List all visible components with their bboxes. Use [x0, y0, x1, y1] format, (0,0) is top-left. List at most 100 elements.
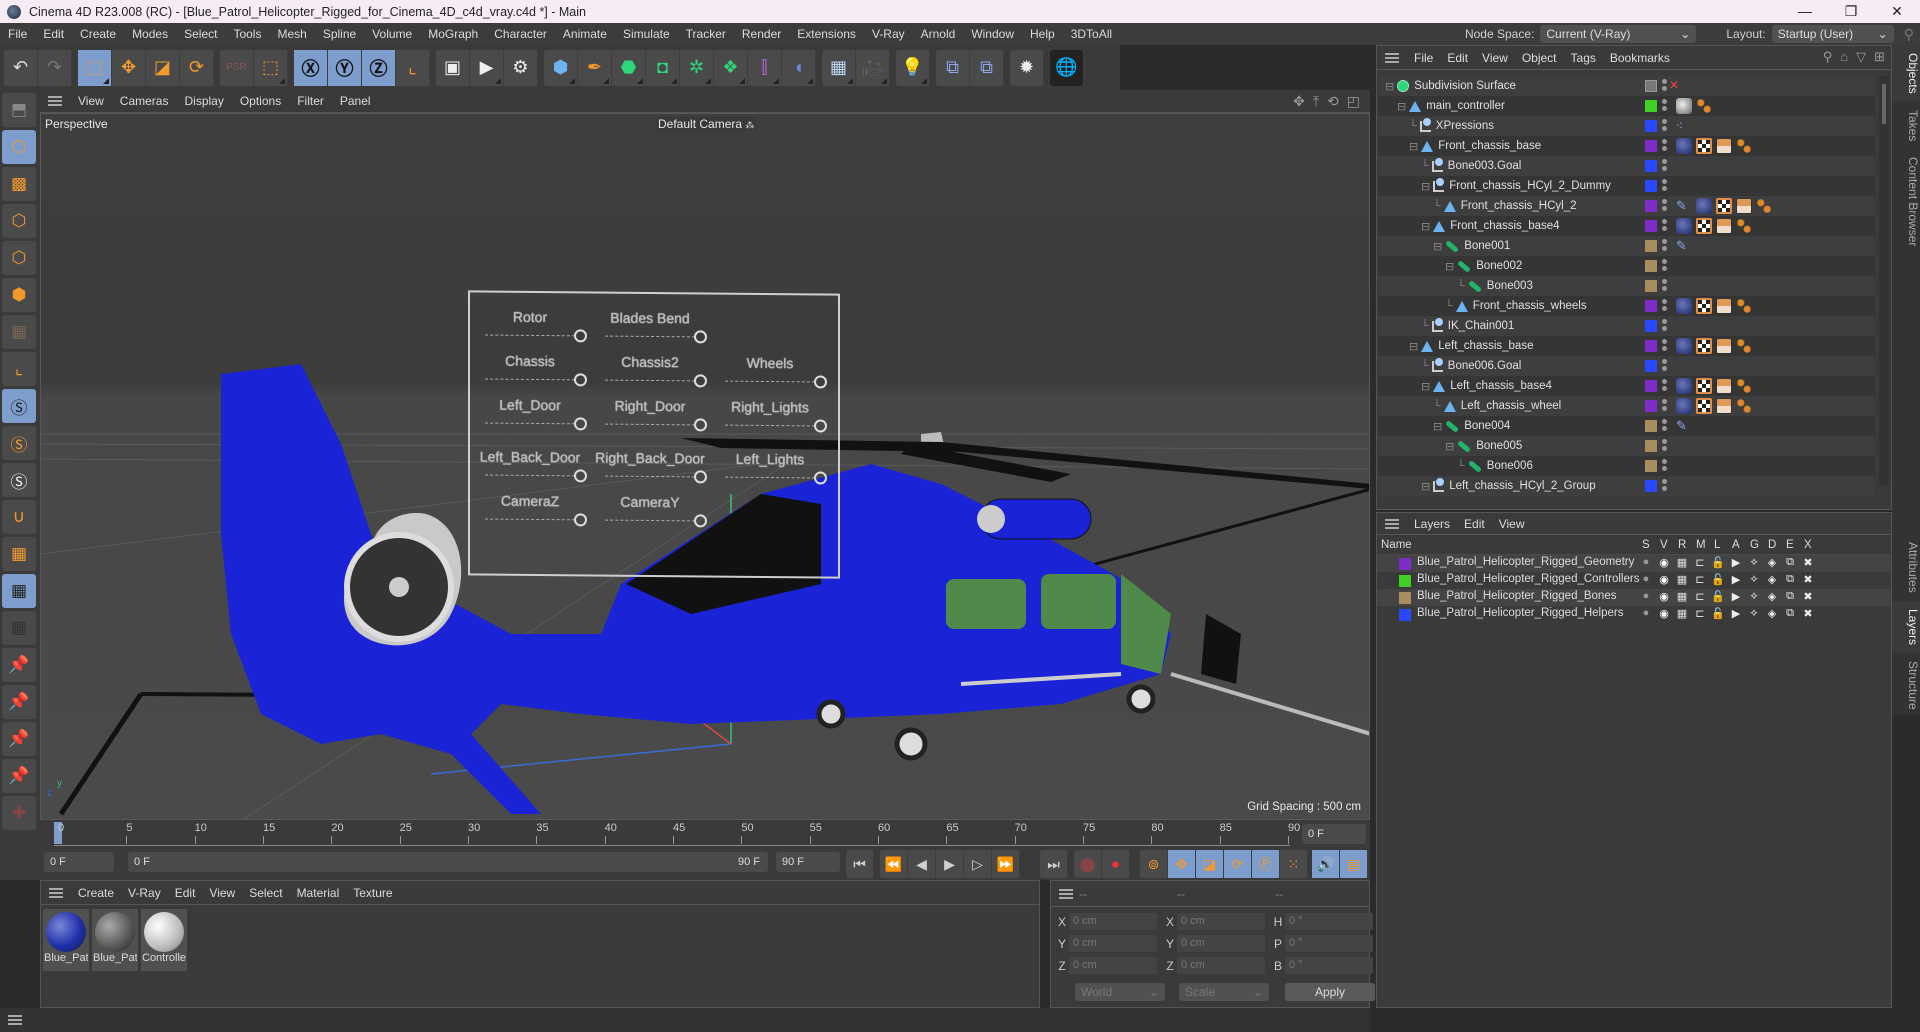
expressions-icon[interactable]: ⧉ [1783, 573, 1797, 586]
hamburger-menu-icon[interactable] [8, 1015, 22, 1025]
material-tag-icon[interactable] [1676, 338, 1692, 354]
lock-icon[interactable]: 🔓 [1711, 556, 1725, 569]
timeline-window-icon[interactable]: ▤ [1340, 850, 1368, 878]
material-swatch[interactable]: Controlle [141, 909, 187, 971]
menu-v-ray[interactable]: V-Ray [864, 27, 913, 41]
hamburger-menu-icon[interactable] [48, 96, 62, 106]
controller-cameraz[interactable]: CameraZ [470, 492, 590, 527]
object-menu-view[interactable]: View [1475, 51, 1515, 65]
expand-toggle-icon[interactable]: ⊟ [1385, 80, 1394, 93]
controller-cameray[interactable]: CameraY [590, 493, 710, 528]
extrude-icon[interactable]: ◘ [646, 49, 680, 86]
menu-animate[interactable]: Animate [555, 27, 615, 41]
solo-icon[interactable]: ● [1639, 590, 1653, 602]
visible-render-icon[interactable]: ▦ [1675, 573, 1689, 586]
viewport-menu-filter[interactable]: Filter [289, 94, 332, 108]
autokey-icon[interactable]: ⏺ [1102, 850, 1130, 878]
controller-left-lights[interactable]: Left_Lights [710, 450, 830, 485]
cube-icon[interactable]: ⬢ [544, 49, 578, 86]
array-icon[interactable]: ✲ [680, 49, 714, 86]
visibility-dots-icon[interactable] [1662, 279, 1667, 293]
expand-toggle-icon[interactable]: ⊟ [1421, 380, 1430, 393]
menu-spline[interactable]: Spline [315, 27, 364, 41]
constraint-tag-icon[interactable]: ✎ [1676, 418, 1692, 434]
layer-menu-view[interactable]: View [1492, 517, 1532, 531]
material-menu-texture[interactable]: Texture [346, 886, 399, 900]
object-row[interactable]: └ Bone006 [1379, 456, 1875, 476]
expand-toggle-icon[interactable]: ⊟ [1409, 340, 1418, 353]
apply-button[interactable]: Apply [1285, 983, 1375, 1001]
controller-chassis2[interactable]: Chassis2 [590, 353, 710, 388]
animation-icon[interactable]: ▶ [1729, 573, 1743, 586]
object-row[interactable]: └ Left_chassis_wheel [1379, 396, 1875, 416]
menu-window[interactable]: Window [963, 27, 1022, 41]
new-window-icon[interactable]: ⊞ [1874, 49, 1885, 65]
visible-render-icon[interactable]: ▦ [1675, 607, 1689, 620]
menu-mograph[interactable]: MoGraph [420, 27, 486, 41]
object-row[interactable]: ⊟ Left_chassis_base4 [1379, 376, 1875, 396]
expressions-icon[interactable]: ⧉ [1783, 556, 1797, 569]
solo-icon[interactable]: ● [1639, 573, 1653, 585]
material-tag-icon[interactable] [1676, 98, 1692, 114]
ik-tag-icon[interactable] [1736, 218, 1752, 234]
ik-tag-icon[interactable] [1736, 298, 1752, 314]
object-row[interactable]: ⊟ Front_chassis_HCyl_2_Dummy [1379, 176, 1875, 196]
object-row[interactable]: └ Bone006.Goal [1379, 356, 1875, 376]
lock-icon[interactable]: 🔓 [1711, 607, 1725, 620]
material-tag-icon[interactable] [1676, 218, 1692, 234]
uv-mode-icon[interactable]: ▦ [2, 315, 36, 349]
ik-tag-icon[interactable] [1696, 98, 1712, 114]
transform-mode-dropdown[interactable]: Scale ⌄ [1179, 983, 1269, 1001]
controller-rotor[interactable]: Rotor [470, 308, 590, 343]
symmetry-icon[interactable]: ⫿ [748, 49, 782, 86]
coordinate-field[interactable]: 0 cm [1069, 913, 1157, 930]
uvw-tag-icon[interactable] [1716, 398, 1732, 414]
layer-row[interactable]: Blue_Patrol_Helicopter_Rigged_Geometry ● ◉… [1377, 555, 1891, 572]
ik-tag-icon[interactable] [1736, 378, 1752, 394]
object-row[interactable]: ⊟ Subdivision Surface ✕ [1379, 76, 1875, 96]
constraint-tag-icon[interactable]: ✎ [1676, 198, 1692, 214]
layer-column-m[interactable]: M [1696, 539, 1706, 551]
controller-knob[interactable] [574, 417, 587, 431]
viewport-menu-cameras[interactable]: Cameras [112, 94, 177, 108]
layer-color-swatch[interactable] [1645, 120, 1657, 132]
controller-knob[interactable] [694, 418, 707, 432]
home-icon[interactable]: ⌂ [1840, 49, 1848, 65]
menu-extensions[interactable]: Extensions [789, 27, 864, 41]
material-menu-material[interactable]: Material [290, 886, 347, 900]
expand-toggle-icon[interactable]: ⊟ [1421, 480, 1430, 493]
side-tab-takes[interactable]: Takes [1892, 102, 1920, 149]
controller-knob[interactable] [574, 373, 587, 387]
controller-wheels[interactable]: Wheels [710, 354, 830, 389]
layer-menu-layers[interactable]: Layers [1407, 517, 1457, 531]
visibility-dots-icon[interactable] [1662, 399, 1667, 413]
expand-toggle-icon[interactable]: ⊟ [1445, 440, 1454, 453]
visibility-dots-icon[interactable] [1662, 179, 1667, 193]
visible-editor-icon[interactable]: ◉ [1657, 573, 1671, 586]
key-scale-icon[interactable]: ◪ [1196, 850, 1224, 878]
visibility-dots-icon[interactable] [1662, 159, 1667, 173]
coordinate-field[interactable]: 0 ° [1285, 935, 1373, 952]
menu-tools[interactable]: Tools [225, 27, 269, 41]
search-icon[interactable]: ⚲ [1823, 49, 1833, 65]
layer-column-s[interactable]: S [1642, 539, 1650, 551]
render-picture-viewer-icon[interactable]: ▶ [470, 49, 504, 86]
deformers-icon[interactable]: ◈ [1765, 607, 1779, 620]
layer-menu-edit[interactable]: Edit [1457, 517, 1492, 531]
hamburger-menu-icon[interactable] [1385, 52, 1399, 63]
material-tag-icon[interactable] [1696, 198, 1712, 214]
texture-mode-icon[interactable]: ▩ [2, 167, 36, 201]
solo-hierarchy-icon[interactable]: Ⓢ [2, 463, 36, 497]
menu-character[interactable]: Character [486, 27, 555, 41]
expand-toggle-icon[interactable]: ⊟ [1421, 220, 1430, 233]
layer-color-swatch[interactable] [1645, 400, 1657, 412]
object-row[interactable]: ⊟ Bone005 [1379, 436, 1875, 456]
viewport-menu-options[interactable]: Options [232, 94, 289, 108]
visibility-dots-icon[interactable] [1662, 439, 1667, 453]
layer-color-swatch[interactable] [1645, 280, 1657, 292]
material-tag-icon[interactable] [1676, 398, 1692, 414]
layer-color-swatch[interactable] [1645, 80, 1657, 92]
controller-knob[interactable] [574, 469, 587, 483]
frame-range-slider[interactable]: 0 F 90 F [128, 852, 768, 872]
cloner-icon[interactable]: ❖ [714, 49, 748, 86]
